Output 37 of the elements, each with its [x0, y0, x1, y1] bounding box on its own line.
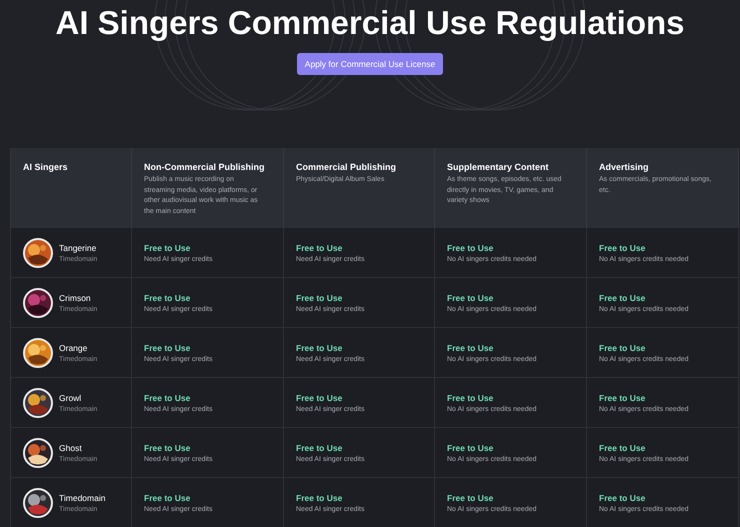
- singer-name: Crimson: [59, 292, 92, 302]
- usage-status: Free to Use: [599, 492, 646, 502]
- usage-status: Free to Use: [144, 492, 192, 502]
- usage-status: Free to Use: [447, 342, 494, 352]
- column-header: AI Singers: [23, 162, 69, 172]
- column-header: Non-Commercial Publishing: [144, 162, 265, 172]
- column-header: Advertising: [599, 162, 650, 172]
- usage-status: Free to Use: [447, 492, 494, 502]
- usage-status: Free to Use: [599, 242, 646, 252]
- usage-status: Free to Use: [447, 292, 494, 302]
- singer-name: Tangerine: [59, 242, 98, 252]
- usage-status: Free to Use: [296, 292, 344, 302]
- usage-status: Free to Use: [296, 442, 344, 452]
- singer-name: Timedomain: [59, 492, 106, 502]
- usage-status: Free to Use: [296, 392, 344, 402]
- page-title: AI Singers Commercial Use Regulations: [54, 3, 686, 43]
- usage-status: Free to Use: [447, 392, 494, 402]
- usage-status: Free to Use: [144, 342, 192, 352]
- singer-name: Orange: [59, 342, 88, 352]
- usage-status: Free to Use: [599, 292, 646, 302]
- usage-status: Free to Use: [144, 442, 192, 452]
- usage-status: Free to Use: [447, 442, 494, 452]
- usage-status: Free to Use: [599, 442, 646, 452]
- apply-license-button[interactable]: Apply for Commercial Use License: [296, 53, 444, 75]
- singer-name: Growl: [59, 392, 82, 402]
- column-header: Commercial Publishing: [296, 162, 398, 172]
- usage-status: Free to Use: [296, 242, 344, 252]
- usage-status: Free to Use: [144, 242, 192, 252]
- usage-status: Free to Use: [599, 392, 646, 402]
- usage-status: Free to Use: [144, 392, 192, 402]
- usage-status: Free to Use: [599, 342, 646, 352]
- usage-status: Free to Use: [447, 242, 494, 252]
- column-header: Supplementary Content: [447, 162, 550, 172]
- usage-status: Free to Use: [296, 492, 344, 502]
- singer-name: Ghost: [59, 442, 83, 452]
- usage-status: Free to Use: [144, 292, 192, 302]
- usage-status: Free to Use: [296, 342, 344, 352]
